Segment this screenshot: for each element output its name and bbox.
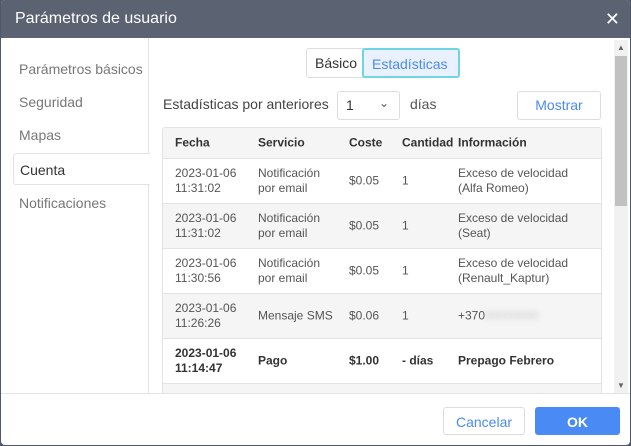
table-row[interactable] (163, 384, 601, 393)
sidebar: Parámetros básicos Seguridad Mapas Cuent… (1, 38, 150, 393)
table-row[interactable]: 2023-01-06 11:26:26 Mensaje SMS $0.06 1 +… (163, 294, 601, 339)
days-select[interactable]: 1 ⌄ (337, 91, 400, 120)
dialog-title: Parámetros de usuario (1, 0, 630, 38)
scrollbar[interactable]: ▲ ▼ (614, 40, 628, 393)
cell-quantity: - días (402, 353, 434, 368)
days-unit: días (410, 96, 437, 112)
info: Exceso de velocidad (458, 211, 569, 225)
cell-service: Mensaje SMS (258, 309, 333, 324)
table-row[interactable]: 2023-01-06 11:31:02 Notificación por email… (163, 204, 601, 249)
cancel-button[interactable]: Cancelar (443, 407, 525, 435)
cell-date: 2023-01-06 11:31:02 (175, 166, 236, 196)
sidebar-item-basic[interactable]: Parámetros básicos (13, 53, 150, 85)
days-value: 1 (346, 97, 354, 113)
cell-quantity: 1 (402, 308, 409, 323)
cell-date: 2023-01-06 11:30:56 (175, 256, 236, 286)
ok-button[interactable]: OK (535, 407, 620, 435)
cell-quantity: 1 (402, 218, 409, 233)
dialog-footer (1, 393, 630, 394)
date: 2023-01-06 (175, 211, 237, 225)
cell-cost: $0.05 (349, 173, 380, 188)
scrollbar-thumb[interactable] (615, 56, 627, 206)
cell-info: Exceso de velocidad (Alfa Romeo) (458, 166, 568, 196)
time: 11:26:26 (175, 316, 221, 330)
cell-cost: $1.00 (349, 353, 380, 368)
cell-service: Notificación por email (258, 166, 320, 196)
service: Notificación (258, 256, 321, 270)
scroll-up-icon[interactable]: ▲ (617, 43, 625, 52)
user-settings-dialog: Parámetros de usuario ✕ Parámetros básic… (1, 0, 630, 445)
cell-info: Exceso de velocidad (Renault_Kaptur) (458, 256, 568, 286)
cell-date: 2023-01-06 11:26:26 (175, 301, 236, 331)
table-row[interactable]: 2023-01-06 11:31:02 Notificación por email… (163, 159, 601, 204)
service: Notificación (258, 166, 321, 180)
header-cost[interactable]: Coste (349, 136, 382, 151)
table-row[interactable]: 2023-01-06 11:30:56 Notificación por email… (163, 249, 601, 294)
sidebar-item-notifications[interactable]: Notificaciones (13, 187, 150, 219)
cell-date: 2023-01-06 11:31:02 (175, 211, 236, 241)
info: Exceso de velocidad (458, 256, 569, 270)
cell-info: Exceso de velocidad (Seat) (458, 211, 568, 241)
info: Exceso de velocidad (458, 166, 569, 180)
sidebar-item-security[interactable]: Seguridad (13, 86, 150, 118)
date: 2023-01-06 (175, 346, 237, 360)
period-label: Estadísticas por anteriores (163, 96, 329, 112)
info-line2: (Renault_Kaptur) (458, 271, 550, 285)
close-icon[interactable]: ✕ (605, 9, 620, 30)
header-info[interactable]: Información (458, 136, 527, 151)
cell-info: +37000000000 (458, 309, 538, 324)
statistics-table: Fecha Servicio Coste Cantidad Informació… (162, 127, 602, 393)
cell-date: 2023-01-06 11:14:47 (175, 346, 236, 376)
time: 11:14:47 (175, 361, 223, 375)
cell-cost: $0.06 (349, 308, 380, 323)
date: 2023-01-06 (175, 166, 237, 180)
sidebar-item-maps[interactable]: Mapas (13, 119, 150, 151)
cell-quantity: 1 (402, 263, 409, 278)
cell-service: Notificación por email (258, 256, 320, 286)
header-service[interactable]: Servicio (258, 136, 305, 151)
info-redacted: 00000000 (485, 308, 539, 323)
info-line2: (Alfa Romeo) (458, 181, 529, 195)
info: +370 (458, 308, 486, 323)
date: 2023-01-06 (175, 301, 237, 315)
service: Notificación (258, 211, 321, 225)
sidebar-item-account[interactable]: Cuenta (13, 153, 150, 185)
show-button[interactable]: Mostrar (517, 91, 601, 120)
header-date[interactable]: Fecha (175, 136, 210, 151)
scroll-down-icon[interactable]: ▼ (617, 381, 625, 390)
header-quantity[interactable]: Cantidad (402, 136, 453, 151)
cell-service: Pago (258, 354, 287, 369)
time: 11:31:02 (175, 226, 221, 240)
service-line2: por email (258, 181, 308, 195)
cell-quantity: 1 (402, 173, 409, 188)
info: Prepago Febrero (458, 353, 555, 368)
service-line2: por email (258, 226, 308, 240)
service: Pago (258, 353, 288, 368)
chevron-down-icon: ⌄ (378, 96, 389, 110)
cell-info: Prepago Febrero (458, 354, 554, 369)
table-header: Fecha Servicio Coste Cantidad Informació… (163, 128, 601, 159)
time: 11:30:56 (175, 271, 221, 285)
tab-basic[interactable]: Básico (306, 48, 364, 78)
cell-cost: $0.05 (349, 263, 380, 278)
tab-statistics[interactable]: Estadísticas (362, 48, 460, 78)
date: 2023-01-06 (175, 256, 237, 270)
service-line2: por email (258, 271, 308, 285)
cell-service: Notificación por email (258, 211, 320, 241)
info-line2: (Seat) (458, 226, 491, 240)
time: 11:31:02 (175, 181, 221, 195)
table-row[interactable]: 2023-01-06 11:14:47 Pago $1.00 - días Pre… (163, 339, 601, 384)
service: Mensaje SMS (258, 308, 333, 323)
cell-cost: $0.05 (349, 218, 380, 233)
